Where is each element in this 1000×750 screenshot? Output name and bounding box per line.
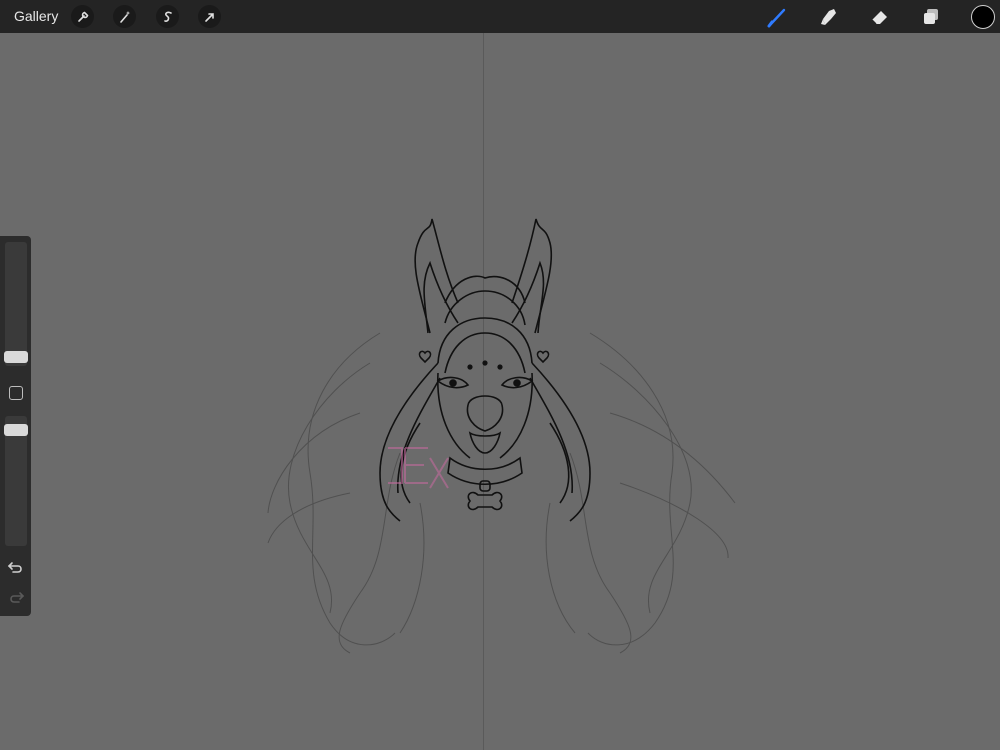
layers-icon[interactable] <box>919 5 943 29</box>
redo-icon[interactable] <box>7 588 25 606</box>
magic-wand-icon[interactable] <box>113 5 136 28</box>
undo-icon[interactable] <box>7 558 25 576</box>
square-modify-icon[interactable] <box>9 386 23 400</box>
left-sidebar <box>0 236 31 616</box>
brush-icon[interactable] <box>766 5 790 29</box>
brush-size-thumb[interactable] <box>4 351 28 363</box>
selection-icon[interactable] <box>156 5 179 28</box>
eraser-icon[interactable] <box>868 5 892 29</box>
gallery-button[interactable]: Gallery <box>14 8 58 24</box>
top-toolbar: Gallery <box>0 0 1000 33</box>
wrench-icon[interactable] <box>71 5 94 28</box>
drawing-canvas[interactable] <box>0 33 1000 750</box>
opacity-thumb[interactable] <box>4 424 28 436</box>
brush-size-slider[interactable] <box>5 242 27 366</box>
smudge-icon[interactable] <box>817 5 841 29</box>
color-picker-button[interactable] <box>971 5 995 29</box>
transform-arrow-icon[interactable] <box>198 5 221 28</box>
line-art-drawing <box>267 218 736 654</box>
